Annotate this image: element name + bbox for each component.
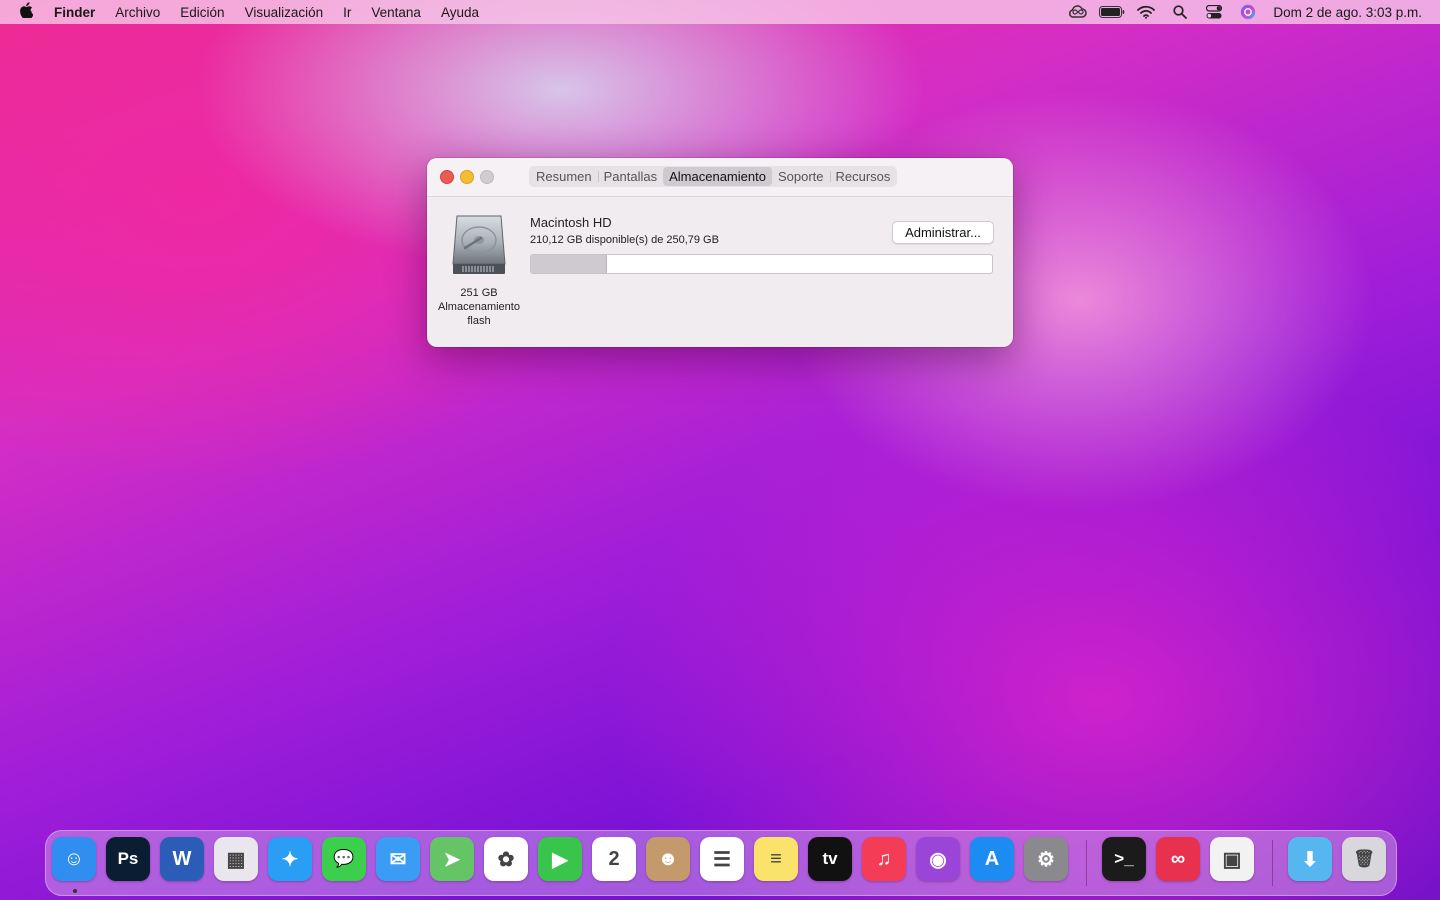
tab-almacenamiento[interactable]: Almacenamiento bbox=[663, 167, 772, 186]
launchpad-icon[interactable]: ▦ bbox=[214, 837, 258, 881]
creative-cloud-icon[interactable] bbox=[1061, 0, 1095, 24]
storage-used-segment bbox=[531, 255, 607, 273]
disk-type-label: Almacenamiento bbox=[438, 301, 520, 313]
storage-usage-bar bbox=[530, 254, 993, 274]
system-preferences-icon[interactable]: ⚙ bbox=[1024, 837, 1068, 881]
siri-icon[interactable] bbox=[1231, 0, 1265, 24]
photoshop-icon[interactable]: Ps bbox=[106, 837, 150, 881]
menu-archivo[interactable]: Archivo bbox=[105, 5, 170, 20]
photos-icon[interactable]: ✿ bbox=[484, 837, 528, 881]
calendar-icon[interactable]: 2 bbox=[592, 837, 636, 881]
apple-logo-icon[interactable] bbox=[0, 1, 52, 23]
dock-separator bbox=[1086, 840, 1087, 886]
tab-recursos[interactable]: Recursos bbox=[829, 167, 897, 186]
minimize-window-button[interactable] bbox=[460, 170, 474, 184]
disk-name: Macintosh HD bbox=[530, 215, 612, 230]
manage-storage-button[interactable]: Administrar... bbox=[892, 221, 994, 244]
finder-icon[interactable]: ☺ bbox=[52, 837, 96, 881]
facetime-icon[interactable]: ▶ bbox=[538, 837, 582, 881]
terminal-icon[interactable]: >_ bbox=[1102, 837, 1146, 881]
control-center-icon[interactable] bbox=[1197, 0, 1231, 24]
podcasts-icon[interactable]: ◉ bbox=[916, 837, 960, 881]
menu-bar: Finder Archivo Edición Visualización Ir … bbox=[0, 0, 1440, 24]
notes-icon[interactable]: ≡ bbox=[754, 837, 798, 881]
battery-icon[interactable] bbox=[1095, 0, 1129, 24]
safari-icon[interactable]: ✦ bbox=[268, 837, 312, 881]
menu-ventana[interactable]: Ventana bbox=[361, 5, 431, 20]
close-window-button[interactable] bbox=[440, 170, 454, 184]
messages-icon[interactable]: 💬 bbox=[322, 837, 366, 881]
zoom-window-button bbox=[480, 170, 494, 184]
menu-ayuda[interactable]: Ayuda bbox=[431, 5, 489, 20]
disk-type-label-2: flash bbox=[467, 315, 491, 327]
menu-app-finder[interactable]: Finder bbox=[52, 5, 105, 20]
trash-icon[interactable]: 🗑 bbox=[1342, 837, 1386, 881]
menu-visualizacion[interactable]: Visualización bbox=[235, 5, 334, 20]
downloads-folder-icon[interactable]: ⬇ bbox=[1288, 837, 1332, 881]
tab-resumen[interactable]: Resumen bbox=[530, 167, 598, 186]
tab-soporte[interactable]: Soporte bbox=[772, 167, 830, 186]
disk-free-space: 210,12 GB disponible(s) de 250,79 GB bbox=[530, 234, 719, 246]
contacts-icon[interactable]: ☻ bbox=[646, 837, 690, 881]
music-icon[interactable]: ♫ bbox=[862, 837, 906, 881]
word-icon[interactable]: W bbox=[160, 837, 204, 881]
apple-tv-icon[interactable]: tv bbox=[808, 837, 852, 881]
maps-icon[interactable]: ➤ bbox=[430, 837, 474, 881]
hard-drive-icon bbox=[451, 214, 507, 276]
tab-bar: Resumen Pantallas Almacenamiento Soporte… bbox=[529, 166, 898, 187]
app-store-icon[interactable]: A bbox=[970, 837, 1014, 881]
menu-edicion[interactable]: Edición bbox=[170, 5, 234, 20]
dock-separator bbox=[1272, 840, 1273, 886]
status-area: Dom 2 de ago. 3:03 p.m. bbox=[1061, 0, 1422, 24]
menu-ir[interactable]: Ir bbox=[333, 5, 361, 20]
reminders-icon[interactable]: ☰ bbox=[700, 837, 744, 881]
running-indicator bbox=[73, 889, 77, 893]
menu-bar-clock[interactable]: Dom 2 de ago. 3:03 p.m. bbox=[1273, 5, 1422, 20]
disk-size-label: 251 GB bbox=[460, 287, 498, 299]
system-info-icon[interactable]: ▣ bbox=[1210, 837, 1254, 881]
spotlight-search-icon[interactable] bbox=[1163, 0, 1197, 24]
about-this-mac-window: Resumen Pantallas Almacenamiento Soporte… bbox=[427, 158, 1013, 347]
wifi-icon[interactable] bbox=[1129, 0, 1163, 24]
disk-capacity-caption: 251 GB Almacenamiento flash bbox=[431, 286, 527, 328]
creative-cloud-app-icon[interactable]: ∞ bbox=[1156, 837, 1200, 881]
tab-pantallas[interactable]: Pantallas bbox=[597, 167, 663, 186]
mail-icon[interactable]: ✉ bbox=[376, 837, 420, 881]
window-titlebar[interactable]: Resumen Pantallas Almacenamiento Soporte… bbox=[427, 158, 1013, 197]
